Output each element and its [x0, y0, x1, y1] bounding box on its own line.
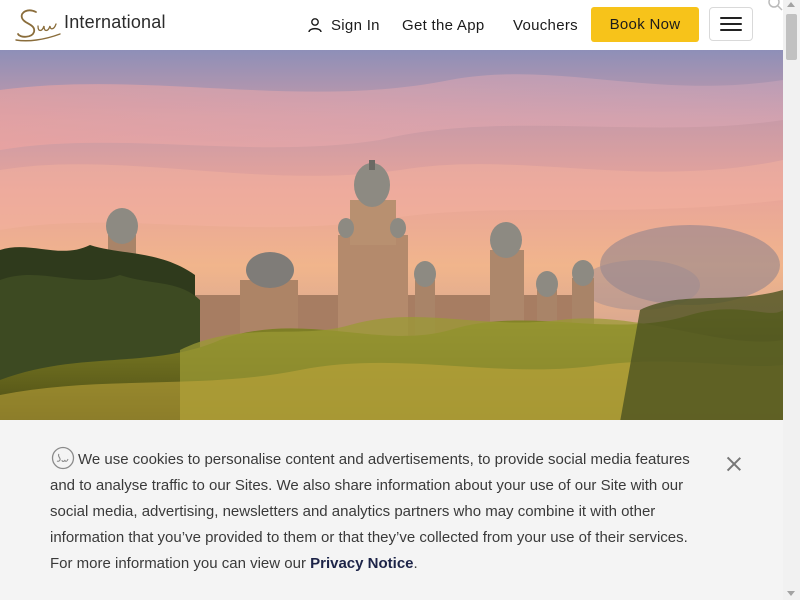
page-scrollbar[interactable] — [783, 0, 800, 600]
sun-international-logo[interactable]: International — [14, 6, 166, 44]
hamburger-line — [720, 17, 742, 19]
sun-cookie-icon — [51, 446, 75, 470]
cookie-message: We use cookies to personalise content an… — [50, 446, 710, 577]
hero-image — [0, 50, 783, 422]
privacy-notice-link[interactable]: Privacy Notice — [310, 555, 413, 572]
cookie-message-text: We use cookies to personalise content an… — [50, 451, 690, 572]
scrollbar-thumb[interactable] — [786, 14, 797, 60]
close-icon[interactable] — [726, 456, 742, 472]
cookie-message-period: . — [413, 555, 418, 572]
get-the-app-link[interactable]: Get the App — [402, 0, 485, 50]
sign-in-label: Sign In — [331, 16, 380, 34]
hamburger-line — [720, 23, 742, 25]
hamburger-line — [720, 29, 742, 31]
logo-text: International — [64, 11, 166, 32]
book-now-button[interactable]: Book Now — [591, 7, 699, 42]
scroll-up-arrow-icon[interactable] — [787, 2, 795, 7]
palace-hero-illustration — [0, 50, 783, 422]
vouchers-link[interactable]: Vouchers — [513, 0, 578, 50]
user-icon — [308, 18, 322, 33]
sign-in-link[interactable]: Sign In — [307, 0, 380, 50]
scroll-down-arrow-icon[interactable] — [787, 591, 795, 596]
menu-button[interactable] — [709, 7, 753, 41]
cookie-banner: We use cookies to personalise content an… — [0, 420, 783, 600]
site-header: International Sign In Get the App Vouche… — [0, 0, 783, 50]
sun-logo-icon — [15, 9, 61, 42]
search-icon[interactable] — [766, 0, 784, 14]
